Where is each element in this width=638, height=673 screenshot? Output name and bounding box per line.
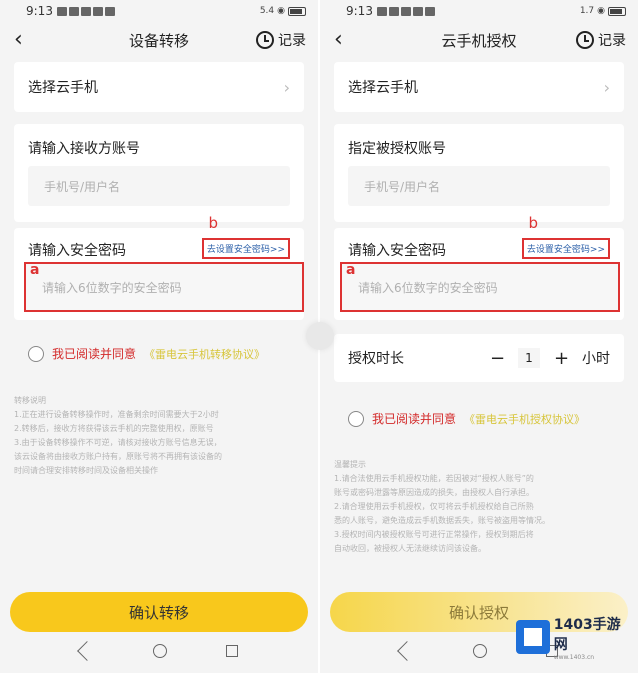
nav-home-icon[interactable] (472, 644, 487, 658)
minus-button[interactable]: − (490, 348, 505, 369)
battery-icon (288, 6, 306, 16)
duration-card: 授权时长 − 1 + 小时 (334, 334, 624, 382)
plus-button[interactable]: + (554, 348, 569, 369)
floating-ball[interactable] (306, 322, 334, 350)
authorized-account-input[interactable]: 手机号/用户名 (348, 166, 610, 206)
record-label: 记录 (278, 33, 306, 49)
duration-unit: 小时 (582, 351, 610, 367)
clock-icon (576, 31, 594, 49)
annotation-a: a (346, 262, 356, 278)
agree-text: 我已阅读并同意 (52, 347, 137, 361)
annotation-b: b (528, 214, 538, 232)
agreement-link[interactable]: 《雷电云手机转移协议》 (144, 346, 265, 362)
agree-text: 我已阅读并同意 (372, 412, 457, 426)
watermark-url: www.1403.cn (553, 653, 595, 661)
watermark-name: 1403手游网 (553, 616, 621, 653)
chevron-right-icon: › (603, 77, 610, 97)
agree-radio[interactable] (28, 345, 44, 362)
password-label: 请输入安全密码 (348, 243, 446, 259)
select-phone-label: 选择云手机 (28, 80, 98, 96)
nav-home-icon[interactable] (152, 644, 167, 658)
back-arrow-icon[interactable]: ‹ (14, 29, 38, 51)
receiver-label: 请输入接收方账号 (28, 141, 140, 157)
chevron-right-icon: › (283, 77, 290, 97)
duration-stepper: − 1 + 小时 (490, 348, 610, 369)
agreement-link[interactable]: 《雷电云手机授权协议》 (464, 411, 585, 427)
network-speed: 5.4 (259, 6, 275, 16)
back-arrow-icon[interactable]: ‹ (334, 29, 358, 51)
select-phone-label: 选择云手机 (348, 80, 418, 96)
annotation-a: a (30, 262, 40, 278)
password-input[interactable]: 请输入6位数字的安全密码 (340, 262, 620, 312)
password-label: 请输入安全密码 (28, 243, 126, 259)
set-password-link[interactable]: 去设置安全密码>> (201, 238, 290, 259)
agree-radio[interactable] (348, 410, 364, 427)
duration-label: 授权时长 (348, 351, 404, 367)
status-bar: 9:13 1.7 ◉ (320, 0, 638, 22)
notification-icons (56, 6, 115, 16)
nav-bar: ‹ 设备转移 记录 (0, 22, 318, 58)
record-button[interactable]: 记录 (256, 30, 306, 50)
annotation-b: b (208, 214, 218, 232)
select-phone-row[interactable]: 选择云手机 › (14, 62, 304, 112)
password-card: 请输入安全密码 b 去设置安全密码>> 请输入6位数字的安全密码 a (14, 214, 304, 320)
receiver-card: 请输入接收方账号 手机号/用户名 (14, 124, 304, 222)
right-phone-screen: 9:13 1.7 ◉ ‹ 云手机授权 记录 选择云手机 › 指定被授权账号 手机… (320, 0, 638, 673)
duration-value[interactable]: 1 (518, 348, 540, 368)
nav-back-icon[interactable] (396, 641, 417, 661)
agreement-row: 我已阅读并同意 《雷电云手机转移协议》 (28, 345, 265, 362)
network-speed: 1.7 (579, 6, 595, 16)
confirm-transfer-button[interactable]: 确认转移 (10, 592, 308, 632)
wifi-icon: ◉ (277, 6, 285, 16)
agreement-row: 我已阅读并同意 《雷电云手机授权协议》 (348, 410, 585, 427)
record-label: 记录 (598, 33, 626, 49)
receiver-input[interactable]: 手机号/用户名 (28, 166, 290, 206)
nav-bar: ‹ 云手机授权 记录 (320, 22, 638, 58)
password-card: 请输入安全密码 b 去设置安全密码>> 请输入6位数字的安全密码 a (334, 214, 624, 320)
nav-back-icon[interactable] (76, 641, 97, 661)
transfer-notes: 转移说明 1.正在进行设备转移操作时，准备剩余时间需要大于2小时 2.转移后，接… (14, 396, 222, 475)
authorized-account-label: 指定被授权账号 (348, 141, 446, 157)
nav-recents-icon[interactable] (226, 645, 239, 657)
record-button[interactable]: 记录 (576, 30, 626, 50)
password-input[interactable]: 请输入6位数字的安全密码 (24, 262, 304, 312)
system-nav (0, 629, 318, 673)
site-watermark-logo: 1403手游网 www.1403.cn (516, 615, 634, 661)
clock-icon (256, 31, 274, 49)
authorized-account-card: 指定被授权账号 手机号/用户名 (334, 124, 624, 222)
status-time: 9:13 (26, 4, 53, 18)
authorization-notes: 温馨提示 1.请合法使用云手机授权功能，若因被对“授权人账号”的 账号或密码泄露… (334, 460, 550, 553)
left-phone-screen: 9:13 5.4 ◉ ‹ 设备转移 记录 选择云手机 › 请输入接收方账号 手机… (0, 0, 318, 673)
status-time: 9:13 (346, 4, 373, 18)
notification-icons (376, 6, 435, 16)
select-phone-row[interactable]: 选择云手机 › (334, 62, 624, 112)
cube-logo-icon (516, 620, 550, 654)
wifi-icon: ◉ (597, 6, 605, 16)
status-bar: 9:13 5.4 ◉ (0, 0, 318, 22)
battery-icon (608, 6, 626, 16)
set-password-link[interactable]: 去设置安全密码>> (521, 238, 610, 259)
